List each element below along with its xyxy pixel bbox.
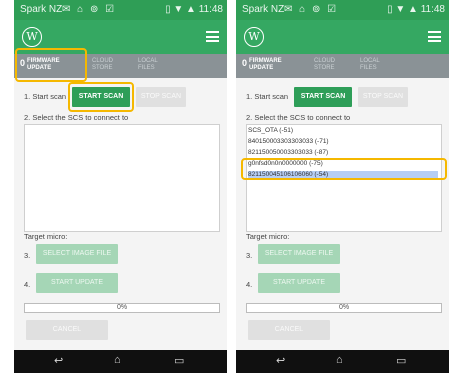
- tab-local-files[interactable]: LOCAL FILES: [360, 58, 390, 72]
- tab-bar: 0 FIRMWARE UPDATE CLOUD STORE LOCAL FILE…: [236, 54, 449, 78]
- start-update-button[interactable]: START UPDATE: [258, 273, 340, 293]
- recent-apps-icon[interactable]: ▭: [396, 354, 406, 367]
- recent-apps-icon[interactable]: ▭: [174, 354, 184, 367]
- tab-local-files[interactable]: LOCAL FILES: [138, 58, 168, 72]
- step3-label: 3.: [24, 251, 31, 260]
- firmware-update-panel: 1. Start scan START SCAN STOP SCAN 2. Se…: [14, 78, 227, 350]
- list-item[interactable]: 840150003303303033 (-71): [248, 138, 329, 145]
- stop-scan-button[interactable]: STOP SCAN: [358, 87, 408, 107]
- status-bar: Spark NZ ✉ ⌂ ⊚ ☑ ▯ ▼ ▲ 11:48: [236, 0, 449, 20]
- step1-label: 1. Start scan: [246, 92, 289, 101]
- select-image-file-button[interactable]: SELECT IMAGE FILE: [258, 244, 340, 264]
- target-micro-label: Target micro:: [246, 232, 290, 241]
- status-right: ▯ ▼ ▲ 11:48: [165, 4, 223, 15]
- tab-cloud-store[interactable]: CLOUD STORE: [314, 58, 344, 72]
- status-bar: Spark NZ ✉ ⌂ ⊚ ☑ ▯ ▼ ▲ 11:48: [14, 0, 227, 20]
- menu-icon[interactable]: [206, 31, 219, 42]
- menu-icon[interactable]: [428, 31, 441, 42]
- system-nav-bar: ↩ ⌂ ▭: [236, 350, 449, 373]
- carrier-label: Spark NZ: [20, 4, 63, 15]
- highlight-start-scan: [68, 82, 134, 112]
- device-list[interactable]: [24, 124, 220, 232]
- start-update-button[interactable]: START UPDATE: [36, 273, 118, 293]
- step2-label: 2. Select the SCS to connect to: [24, 113, 129, 122]
- step4-label: 4.: [246, 280, 253, 289]
- system-nav-bar: ↩ ⌂ ▭: [14, 350, 227, 373]
- stop-scan-button[interactable]: STOP SCAN: [136, 87, 186, 107]
- select-image-file-button[interactable]: SELECT IMAGE FILE: [36, 244, 118, 264]
- notification-icons: ✉ ⌂ ⊚ ☑: [62, 4, 117, 15]
- target-micro-label: Target micro:: [24, 232, 68, 241]
- back-icon[interactable]: ↩: [276, 354, 285, 367]
- notification-icons: ✉ ⌂ ⊚ ☑: [284, 4, 339, 15]
- list-item[interactable]: 821150050003303033 (-87): [248, 149, 328, 156]
- tab-firmware-update[interactable]: 0 FIRMWARE UPDATE: [242, 58, 289, 72]
- start-scan-button[interactable]: START SCAN: [294, 87, 352, 107]
- firmware-update-panel: 1. Start scan START SCAN STOP SCAN 2. Se…: [236, 78, 449, 350]
- step3-label: 3.: [246, 251, 253, 260]
- phone-screen-after-scan: Spark NZ ✉ ⌂ ⊚ ☑ ▯ ▼ ▲ 11:48 W 0 FIRMWAR…: [236, 0, 449, 373]
- update-progress-bar: 0%: [246, 303, 442, 313]
- back-icon[interactable]: ↩: [54, 354, 63, 367]
- cancel-button[interactable]: CANCEL: [248, 320, 330, 340]
- highlight-firmware-tab: [15, 48, 87, 82]
- status-right: ▯ ▼ ▲ 11:48: [387, 4, 445, 15]
- carrier-label: Spark NZ: [242, 4, 285, 15]
- highlight-selected-device: [241, 158, 447, 180]
- list-item[interactable]: SCS_OTA (-51): [248, 127, 293, 134]
- tab-cloud-store[interactable]: CLOUD STORE: [92, 58, 122, 72]
- step2-label: 2. Select the SCS to connect to: [246, 113, 351, 122]
- app-bar: W: [236, 20, 449, 54]
- step4-label: 4.: [24, 280, 31, 289]
- app-logo-icon: W: [22, 27, 42, 47]
- step1-label: 1. Start scan: [24, 92, 67, 101]
- phone-screen-before-scan: Spark NZ ✉ ⌂ ⊚ ☑ ▯ ▼ ▲ 11:48 W 0 FIRMWAR…: [14, 0, 227, 373]
- tab-number: 0: [242, 58, 248, 68]
- home-icon[interactable]: ⌂: [336, 354, 343, 366]
- update-progress-bar: 0%: [24, 303, 220, 313]
- home-icon[interactable]: ⌂: [114, 354, 121, 366]
- app-logo-icon: W: [244, 27, 264, 47]
- tab-label: FIRMWARE UPDATE: [249, 58, 282, 71]
- cancel-button[interactable]: CANCEL: [26, 320, 108, 340]
